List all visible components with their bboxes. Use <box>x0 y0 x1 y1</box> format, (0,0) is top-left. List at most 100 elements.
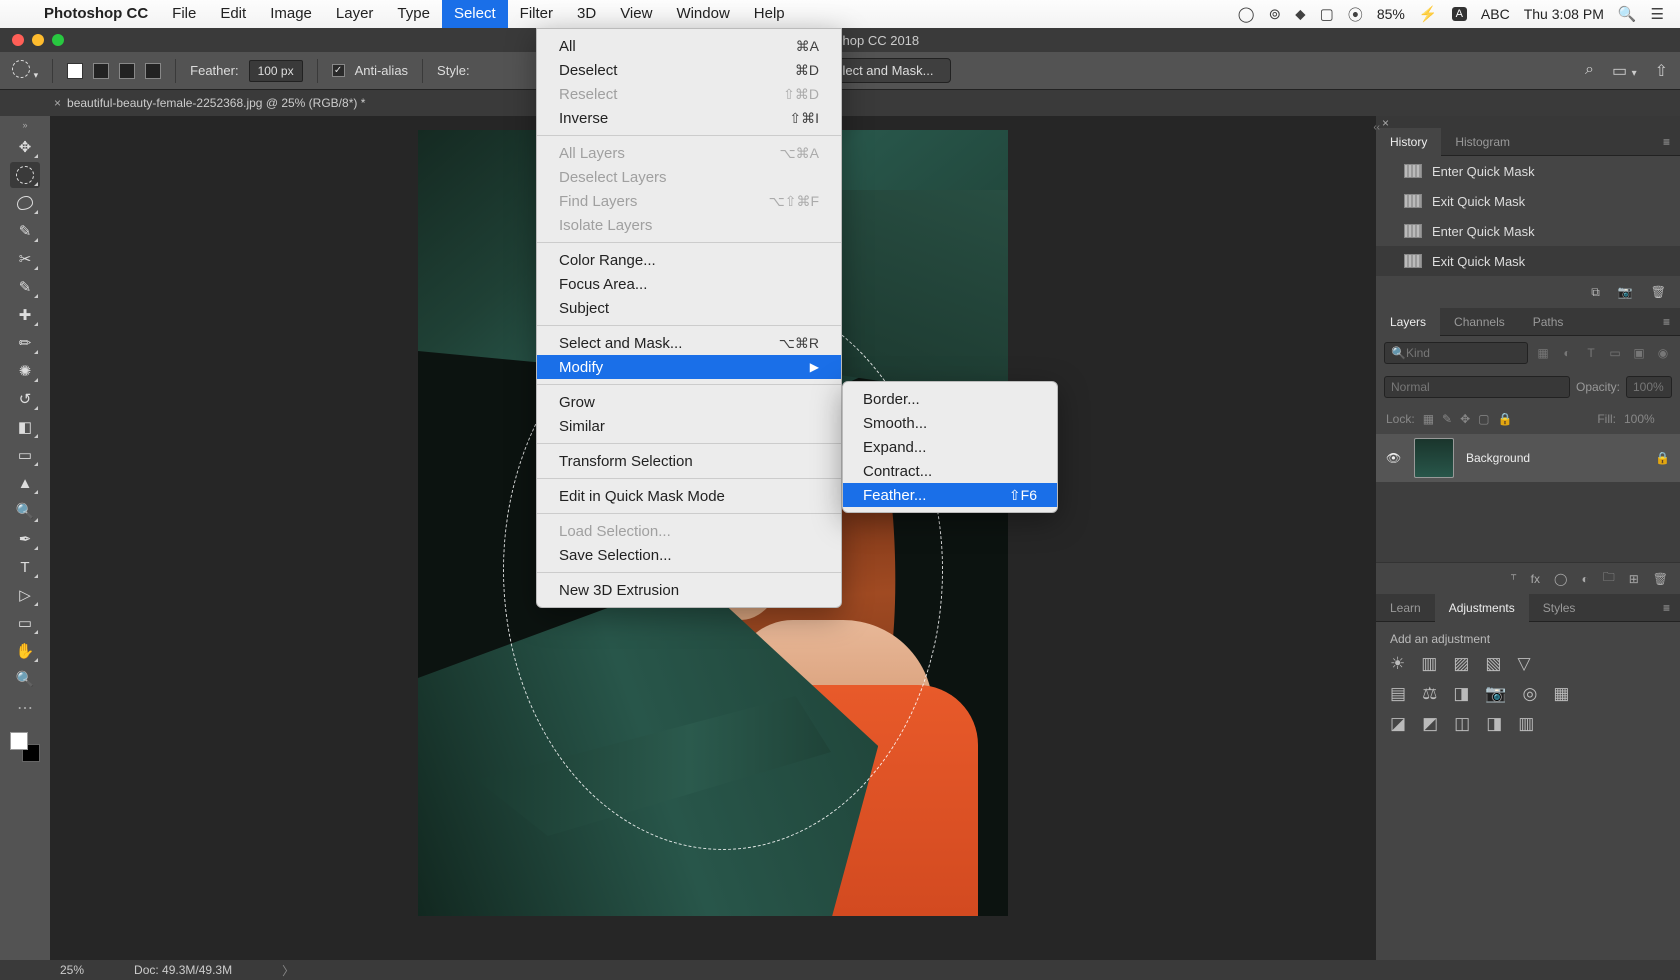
panel-collapse-icon[interactable]: ‹‹ <box>1373 122 1380 133</box>
posterize-icon[interactable]: ◩ <box>1422 714 1438 734</box>
type-tool[interactable]: T <box>10 554 40 580</box>
status-flyout-icon[interactable]: 〉 <box>282 962 294 979</box>
menu-view[interactable]: View <box>608 0 664 28</box>
menu-item[interactable]: Modify▶ <box>537 355 841 379</box>
menu-item[interactable]: Focus Area... <box>537 272 841 296</box>
minimize-window-button[interactable] <box>32 34 44 46</box>
lock-position-icon[interactable]: ✥ <box>1460 412 1470 426</box>
bw-icon[interactable]: ◨ <box>1453 684 1469 704</box>
group-icon[interactable]: 🗀 <box>1603 568 1615 589</box>
opacity-input[interactable]: 100% <box>1626 376 1672 398</box>
selection-add-icon[interactable] <box>93 63 109 79</box>
airplay-icon[interactable]: ▢ <box>1320 5 1334 23</box>
menu-filter[interactable]: Filter <box>508 0 565 28</box>
visibility-toggle-icon[interactable]: 👁 <box>1386 451 1402 465</box>
delete-icon[interactable]: 🗑 <box>1651 285 1666 299</box>
new-layer-icon[interactable]: ⊞ <box>1629 572 1639 586</box>
panel-close-icon[interactable]: × <box>1382 116 1389 130</box>
antialias-checkbox[interactable]: ✓ <box>332 64 345 77</box>
layer-name[interactable]: Background <box>1466 451 1530 465</box>
status-icon[interactable]: ◯ <box>1238 5 1255 23</box>
color-swatches[interactable] <box>10 732 40 762</box>
filter-toggle-icon[interactable]: ◉ <box>1654 344 1672 362</box>
input-source-label[interactable]: ABC <box>1481 6 1510 22</box>
blend-mode-select[interactable]: Normal <box>1384 376 1570 398</box>
battery-icon[interactable]: ⚡ <box>1419 5 1438 23</box>
toolbar-expander[interactable]: » <box>0 120 50 130</box>
panel-menu-icon[interactable]: ≡ <box>1653 315 1680 329</box>
workspace-icon[interactable]: ▭ ▾ <box>1612 61 1637 81</box>
levels-icon[interactable]: ▥ <box>1421 654 1437 674</box>
eraser-tool[interactable]: ◧ <box>10 414 40 440</box>
menu-item[interactable]: New 3D Extrusion <box>537 578 841 602</box>
link-icon[interactable]: ⸆ <box>1511 570 1517 587</box>
menu-file[interactable]: File <box>160 0 208 28</box>
close-tab-icon[interactable]: × <box>54 96 61 110</box>
filter-image-icon[interactable]: ▦ <box>1534 344 1552 362</box>
brightness-icon[interactable]: ☀ <box>1390 654 1405 674</box>
crop-tool[interactable]: ✂ <box>10 246 40 272</box>
menu-item[interactable]: Save Selection... <box>537 543 841 567</box>
stamp-tool[interactable]: ✺ <box>10 358 40 384</box>
fill-input[interactable]: 100% <box>1624 412 1670 426</box>
menu-item[interactable]: Grow <box>537 390 841 414</box>
selection-intersect-icon[interactable] <box>145 63 161 79</box>
filter-type-icon[interactable]: T <box>1582 344 1600 362</box>
document-tab[interactable]: beautiful-beauty-female-2252368.jpg @ 25… <box>67 96 365 110</box>
lock-paint-icon[interactable]: ✎ <box>1442 412 1452 426</box>
tab-history[interactable]: History <box>1376 128 1441 156</box>
panel-menu-icon[interactable]: ≡ <box>1653 135 1680 149</box>
invert-icon[interactable]: ◪ <box>1390 714 1406 734</box>
menu-window[interactable]: Window <box>664 0 741 28</box>
feather-input[interactable] <box>249 60 303 82</box>
menu-item[interactable]: Color Range... <box>537 248 841 272</box>
channel-mixer-icon[interactable]: ◎ <box>1523 684 1538 704</box>
hue-icon[interactable]: ▤ <box>1390 684 1406 704</box>
clock[interactable]: Thu 3:08 PM <box>1524 6 1604 22</box>
history-item[interactable]: Exit Quick Mask <box>1376 246 1680 276</box>
lasso-tool[interactable] <box>10 190 40 216</box>
selection-new-icon[interactable] <box>67 63 83 79</box>
toolbar-more[interactable]: ⋯ <box>17 698 33 718</box>
adjustment-layer-icon[interactable]: ◐ <box>1581 572 1588 586</box>
fx-icon[interactable]: fx <box>1531 572 1540 586</box>
menu-item[interactable]: Similar <box>537 414 841 438</box>
doc-size[interactable]: Doc: 49.3M/49.3M <box>134 963 232 977</box>
threshold-icon[interactable]: ◫ <box>1454 714 1470 734</box>
snapshot-icon[interactable]: 📷 <box>1618 285 1633 299</box>
selective-color-icon[interactable]: ▥ <box>1518 714 1534 734</box>
selection-subtract-icon[interactable] <box>119 63 135 79</box>
filter-adjust-icon[interactable]: ◐ <box>1558 344 1576 362</box>
tool-preset-icon[interactable]: ▾ <box>12 60 38 81</box>
wifi-icon[interactable]: ⦿ <box>1348 4 1363 25</box>
dodge-tool[interactable]: 🔍 <box>10 498 40 524</box>
pen-tool[interactable]: ✒ <box>10 526 40 552</box>
panel-menu-icon[interactable]: ≡ <box>1653 601 1680 615</box>
gradient-map-icon[interactable]: ◨ <box>1486 714 1502 734</box>
zoom-tool[interactable]: 🔍 <box>10 666 40 692</box>
history-brush-tool[interactable]: ↺ <box>10 386 40 412</box>
tab-adjustments[interactable]: Adjustments <box>1435 594 1529 622</box>
lock-pixels-icon[interactable]: ▦ <box>1423 412 1434 426</box>
eyedropper-tool[interactable]: ✎ <box>10 274 40 300</box>
filter-smart-icon[interactable]: ▣ <box>1630 344 1648 362</box>
spotlight-icon[interactable]: 🔍 <box>1618 5 1637 23</box>
menu-select[interactable]: Select <box>442 0 508 28</box>
tab-layers[interactable]: Layers <box>1376 308 1440 336</box>
menu-item[interactable]: Inverse⇧⌘I <box>537 106 841 130</box>
menu-item[interactable]: All⌘A <box>537 34 841 58</box>
quick-select-tool[interactable]: ✎ <box>10 218 40 244</box>
balance-icon[interactable]: ⚖ <box>1422 684 1437 704</box>
menu-item[interactable]: Edit in Quick Mask Mode <box>537 484 841 508</box>
app-menu[interactable]: Photoshop CC <box>32 0 160 28</box>
share-icon[interactable]: ⇧ <box>1655 61 1668 81</box>
control-center-icon[interactable]: ☰ <box>1651 5 1664 23</box>
lock-all-icon[interactable]: 🔒 <box>1498 412 1513 426</box>
search-icon[interactable]: ⌕ <box>1585 61 1594 81</box>
gradient-tool[interactable]: ▭ <box>10 442 40 468</box>
menu-3d[interactable]: 3D <box>565 0 608 28</box>
menu-item[interactable]: Subject <box>537 296 841 320</box>
shape-tool[interactable]: ▲ <box>10 470 40 496</box>
marquee-tool[interactable] <box>10 162 40 188</box>
delete-layer-icon[interactable]: 🗑 <box>1653 572 1668 586</box>
